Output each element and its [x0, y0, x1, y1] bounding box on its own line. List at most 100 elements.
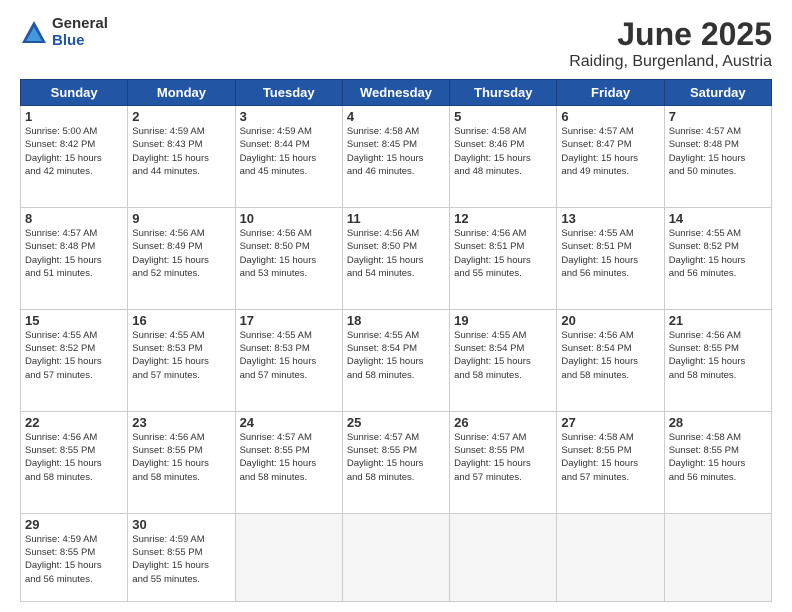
daylight-label: Daylight: 15 hours: [240, 458, 317, 469]
day-info: Sunrise: 4:56 AM Sunset: 8:55 PM Dayligh…: [132, 431, 230, 484]
day-number: 21: [669, 313, 767, 328]
sunset-label: Sunset: 8:52 PM: [25, 343, 95, 354]
day-info: Sunrise: 4:55 AM Sunset: 8:52 PM Dayligh…: [25, 329, 123, 382]
day-number: 17: [240, 313, 338, 328]
sunrise-label: Sunrise: 4:58 AM: [561, 432, 633, 443]
day-info: Sunrise: 4:58 AM Sunset: 8:46 PM Dayligh…: [454, 125, 552, 178]
day-info: Sunrise: 4:55 AM Sunset: 8:53 PM Dayligh…: [240, 329, 338, 382]
daylight-label: Daylight: 15 hours: [669, 153, 746, 164]
daylight-minutes: and 42 minutes.: [25, 166, 93, 177]
day-number: 24: [240, 415, 338, 430]
sunrise-label: Sunrise: 4:55 AM: [561, 228, 633, 239]
sunset-label: Sunset: 8:43 PM: [132, 139, 202, 150]
daylight-minutes: and 55 minutes.: [454, 268, 522, 279]
day-number: 16: [132, 313, 230, 328]
daylight-minutes: and 56 minutes.: [561, 268, 629, 279]
sunrise-label: Sunrise: 4:58 AM: [454, 126, 526, 137]
day-info: Sunrise: 4:57 AM Sunset: 8:55 PM Dayligh…: [347, 431, 445, 484]
day-info: Sunrise: 4:55 AM Sunset: 8:53 PM Dayligh…: [132, 329, 230, 382]
day-number: 27: [561, 415, 659, 430]
daylight-label: Daylight: 15 hours: [454, 458, 531, 469]
table-row: 14 Sunrise: 4:55 AM Sunset: 8:52 PM Dayl…: [664, 207, 771, 309]
table-row: 19 Sunrise: 4:55 AM Sunset: 8:54 PM Dayl…: [450, 309, 557, 411]
daylight-minutes: and 54 minutes.: [347, 268, 415, 279]
sunset-label: Sunset: 8:55 PM: [240, 445, 310, 456]
day-number: 7: [669, 109, 767, 124]
daylight-minutes: and 58 minutes.: [347, 472, 415, 483]
daylight-minutes: and 51 minutes.: [25, 268, 93, 279]
day-number: 11: [347, 211, 445, 226]
table-row: 18 Sunrise: 4:55 AM Sunset: 8:54 PM Dayl…: [342, 309, 449, 411]
day-number: 4: [347, 109, 445, 124]
sunrise-label: Sunrise: 4:56 AM: [240, 228, 312, 239]
sunset-label: Sunset: 8:55 PM: [347, 445, 417, 456]
logo-general-text: General: [52, 16, 108, 33]
location-title: Raiding, Burgenland, Austria: [569, 53, 772, 71]
table-row: 1 Sunrise: 5:00 AM Sunset: 8:42 PM Dayli…: [21, 106, 128, 208]
sunrise-label: Sunrise: 4:57 AM: [561, 126, 633, 137]
day-info: Sunrise: 5:00 AM Sunset: 8:42 PM Dayligh…: [25, 125, 123, 178]
day-number: 25: [347, 415, 445, 430]
day-info: Sunrise: 4:57 AM Sunset: 8:48 PM Dayligh…: [669, 125, 767, 178]
day-info: Sunrise: 4:59 AM Sunset: 8:43 PM Dayligh…: [132, 125, 230, 178]
day-info: Sunrise: 4:56 AM Sunset: 8:50 PM Dayligh…: [240, 227, 338, 280]
day-number: 9: [132, 211, 230, 226]
day-number: 28: [669, 415, 767, 430]
table-row: [235, 513, 342, 601]
daylight-label: Daylight: 15 hours: [669, 356, 746, 367]
table-row: 3 Sunrise: 4:59 AM Sunset: 8:44 PM Dayli…: [235, 106, 342, 208]
table-row: 26 Sunrise: 4:57 AM Sunset: 8:55 PM Dayl…: [450, 411, 557, 513]
day-number: 8: [25, 211, 123, 226]
day-number: 5: [454, 109, 552, 124]
sunset-label: Sunset: 8:45 PM: [347, 139, 417, 150]
table-row: 16 Sunrise: 4:55 AM Sunset: 8:53 PM Dayl…: [128, 309, 235, 411]
day-number: 12: [454, 211, 552, 226]
sunrise-label: Sunrise: 4:55 AM: [132, 330, 204, 341]
sunrise-label: Sunrise: 4:56 AM: [132, 228, 204, 239]
day-number: 26: [454, 415, 552, 430]
table-row: [664, 513, 771, 601]
sunset-label: Sunset: 8:48 PM: [669, 139, 739, 150]
table-row: 27 Sunrise: 4:58 AM Sunset: 8:55 PM Dayl…: [557, 411, 664, 513]
title-block: June 2025 Raiding, Burgenland, Austria: [569, 16, 772, 71]
day-info: Sunrise: 4:58 AM Sunset: 8:45 PM Dayligh…: [347, 125, 445, 178]
sunrise-label: Sunrise: 5:00 AM: [25, 126, 97, 137]
daylight-minutes: and 44 minutes.: [132, 166, 200, 177]
table-row: 17 Sunrise: 4:55 AM Sunset: 8:53 PM Dayl…: [235, 309, 342, 411]
sunrise-label: Sunrise: 4:56 AM: [454, 228, 526, 239]
daylight-label: Daylight: 15 hours: [132, 560, 209, 571]
table-row: 15 Sunrise: 4:55 AM Sunset: 8:52 PM Dayl…: [21, 309, 128, 411]
day-info: Sunrise: 4:59 AM Sunset: 8:55 PM Dayligh…: [25, 533, 123, 586]
header-thursday: Thursday: [450, 80, 557, 106]
sunrise-label: Sunrise: 4:56 AM: [347, 228, 419, 239]
daylight-minutes: and 56 minutes.: [669, 472, 737, 483]
sunrise-label: Sunrise: 4:58 AM: [669, 432, 741, 443]
table-row: 8 Sunrise: 4:57 AM Sunset: 8:48 PM Dayli…: [21, 207, 128, 309]
daylight-label: Daylight: 15 hours: [669, 458, 746, 469]
daylight-label: Daylight: 15 hours: [347, 458, 424, 469]
day-number: 13: [561, 211, 659, 226]
daylight-label: Daylight: 15 hours: [454, 255, 531, 266]
table-row: 5 Sunrise: 4:58 AM Sunset: 8:46 PM Dayli…: [450, 106, 557, 208]
daylight-minutes: and 58 minutes.: [132, 472, 200, 483]
header: General Blue June 2025 Raiding, Burgenla…: [20, 16, 772, 71]
sunrise-label: Sunrise: 4:59 AM: [240, 126, 312, 137]
sunrise-label: Sunrise: 4:57 AM: [240, 432, 312, 443]
table-row: 22 Sunrise: 4:56 AM Sunset: 8:55 PM Dayl…: [21, 411, 128, 513]
table-row: [342, 513, 449, 601]
daylight-label: Daylight: 15 hours: [240, 153, 317, 164]
calendar-week-5: 29 Sunrise: 4:59 AM Sunset: 8:55 PM Dayl…: [21, 513, 772, 601]
daylight-minutes: and 53 minutes.: [240, 268, 308, 279]
sunset-label: Sunset: 8:54 PM: [347, 343, 417, 354]
day-info: Sunrise: 4:56 AM Sunset: 8:51 PM Dayligh…: [454, 227, 552, 280]
daylight-minutes: and 58 minutes.: [561, 370, 629, 381]
sunset-label: Sunset: 8:46 PM: [454, 139, 524, 150]
sunset-label: Sunset: 8:51 PM: [561, 241, 631, 252]
day-number: 18: [347, 313, 445, 328]
day-number: 15: [25, 313, 123, 328]
daylight-label: Daylight: 15 hours: [132, 255, 209, 266]
table-row: 20 Sunrise: 4:56 AM Sunset: 8:54 PM Dayl…: [557, 309, 664, 411]
daylight-label: Daylight: 15 hours: [347, 255, 424, 266]
day-number: 2: [132, 109, 230, 124]
table-row: 21 Sunrise: 4:56 AM Sunset: 8:55 PM Dayl…: [664, 309, 771, 411]
